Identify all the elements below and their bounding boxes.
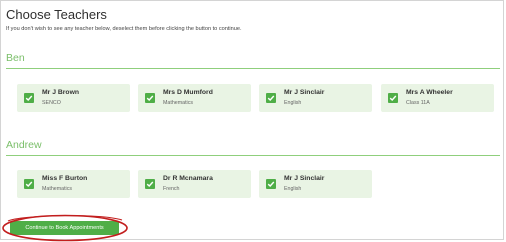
checkbox-checked[interactable]	[388, 93, 398, 103]
teacher-name: Dr R Mcnamara	[163, 175, 213, 182]
teacher-name: Mr J Brown	[42, 89, 80, 96]
checkmark-icon	[25, 95, 33, 101]
checkmark-icon	[146, 181, 154, 187]
checkbox-checked[interactable]	[24, 93, 34, 103]
group-divider	[6, 155, 500, 156]
checkmark-icon	[267, 95, 275, 101]
page-title: Choose Teachers	[6, 7, 107, 22]
checkbox-checked[interactable]	[145, 179, 155, 189]
checkmark-icon	[267, 181, 275, 187]
teacher-subject: French	[163, 186, 180, 192]
teacher-subject: SENCO	[42, 100, 61, 106]
teacher-card[interactable]: Mr J Brown SENCO	[17, 84, 130, 112]
checkmark-icon	[25, 181, 33, 187]
teacher-subject: Mathematics	[163, 100, 194, 106]
teacher-subject: English	[284, 100, 302, 106]
instructions-text: If you don't wish to see any teacher bel…	[6, 26, 242, 32]
checkbox-checked[interactable]	[145, 93, 155, 103]
teacher-name: Mr J Sinclair	[284, 175, 325, 182]
teacher-card[interactable]: Miss F Burton Mathematics	[17, 170, 130, 198]
checkmark-icon	[146, 95, 154, 101]
checkbox-checked[interactable]	[266, 179, 276, 189]
teacher-subject: Mathematics	[42, 186, 73, 192]
teacher-card[interactable]: Dr R Mcnamara French	[138, 170, 251, 198]
teacher-name: Miss F Burton	[42, 175, 88, 182]
group-heading-ben: Ben	[6, 52, 25, 64]
checkbox-checked[interactable]	[266, 93, 276, 103]
teacher-card[interactable]: Mr J Sinclair English	[259, 170, 372, 198]
teacher-name: Mr J Sinclair	[284, 89, 325, 96]
teacher-subject: Class 11A	[406, 100, 430, 106]
teacher-card[interactable]: Mrs A Wheeler Class 11A	[381, 84, 494, 112]
group-heading-andrew: Andrew	[6, 139, 42, 151]
group-divider	[6, 68, 500, 69]
continue-to-book-appointments-button[interactable]: Continue to Book Appointments	[10, 221, 119, 235]
teacher-name: Mrs A Wheeler	[406, 89, 453, 96]
teacher-name: Mrs D Mumford	[163, 89, 213, 96]
page-frame	[0, 0, 504, 240]
checkbox-checked[interactable]	[24, 179, 34, 189]
teacher-card[interactable]: Mr J Sinclair English	[259, 84, 372, 112]
checkmark-icon	[389, 95, 397, 101]
teacher-subject: English	[284, 186, 302, 192]
teacher-card[interactable]: Mrs D Mumford Mathematics	[138, 84, 251, 112]
